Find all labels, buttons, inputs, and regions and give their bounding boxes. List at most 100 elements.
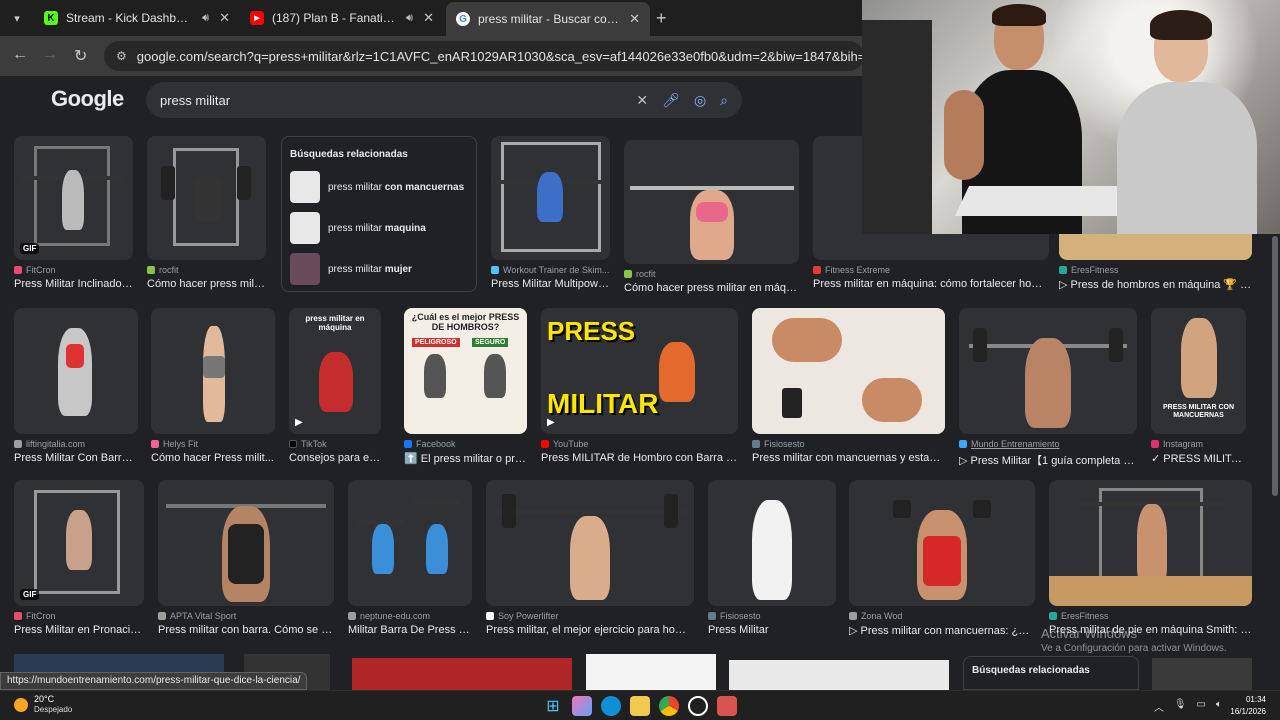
tab-kick[interactable]: K Stream - Kick Dashboard 🔊︎ ✕ — [34, 4, 240, 32]
result-title[interactable]: ✓ PRESS MILITAR... — [1151, 452, 1246, 465]
app-icon[interactable] — [717, 696, 737, 716]
result-title[interactable]: ▷ Press Militar【1 guía completa a ... — [959, 452, 1137, 468]
result-title[interactable]: Press Militar Inclinado ... — [14, 278, 133, 290]
image-result[interactable]: Fisiosesto Press Militar — [708, 480, 836, 636]
image-result[interactable]: neptune-edu.com Militar Barra De Press P… — [348, 480, 472, 636]
image-result[interactable]: Fisiosesto Press militar con mancuernas … — [752, 308, 945, 464]
address-bar[interactable]: ⚙ google.com/search?q=press+militar&rlz=… — [104, 41, 864, 71]
site-info-icon[interactable]: ⚙ — [116, 49, 127, 63]
back-icon[interactable]: ← — [12, 46, 28, 64]
result-title[interactable]: Press militar, el mejor ejercicio para h… — [486, 624, 694, 636]
speaker-icon[interactable]: 🔊︎ — [202, 12, 209, 25]
result-thumbnail[interactable]: PRESS MILITAR CON MANCUERNAS — [1151, 308, 1246, 434]
search-box[interactable]: press militar ✕ 🎤︎ ◎ ⌕ — [146, 82, 742, 118]
result-thumbnail[interactable] — [147, 136, 266, 260]
result-thumbnail[interactable] — [1049, 480, 1252, 606]
result-title[interactable]: ⬆️ El press militar o pre... — [404, 452, 527, 465]
image-result[interactable] — [352, 658, 572, 690]
camera-icon[interactable]: ◎ — [694, 92, 706, 109]
image-result[interactable] — [1152, 658, 1252, 690]
result-title[interactable]: Press Militar Multipowe... — [491, 278, 610, 290]
result-thumbnail[interactable] — [491, 136, 610, 260]
close-icon[interactable]: ✕ — [629, 11, 640, 27]
result-title[interactable]: Press Militar — [708, 624, 836, 636]
google-logo[interactable]: Google — [51, 86, 124, 112]
speaker-icon[interactable]: 🔊︎ — [406, 12, 413, 25]
result-title[interactable]: Press Militar Con Barra ... — [14, 452, 138, 464]
close-icon[interactable]: ✕ — [423, 10, 434, 26]
result-title[interactable]: ▷ Press de hombros en máquina 🏆 Ej... — [1059, 278, 1252, 291]
tab-youtube[interactable]: ▶ (187) Plan B - Fanatica Sensual 🔊︎ ✕ — [240, 4, 444, 32]
result-title[interactable]: Consejos para el P... — [289, 452, 381, 464]
microphone-icon[interactable]: 🎙︎ — [1174, 699, 1187, 714]
tab-search-dropdown-icon[interactable]: ▾ — [6, 7, 28, 29]
result-title[interactable]: ▷ Press militar con mancuernas: ¿Có... — [849, 624, 1035, 637]
result-title[interactable]: Cómo hacer Press milit... — [151, 452, 275, 464]
image-result[interactable]: press militar en máquina ▶ TikTok Consej… — [289, 308, 381, 464]
weather-widget[interactable]: 20°C Despejado — [14, 694, 72, 715]
search-input[interactable]: press militar — [160, 93, 636, 108]
file-explorer-icon[interactable] — [630, 696, 650, 716]
result-thumbnail[interactable] — [959, 308, 1137, 434]
result-title[interactable]: Press militar con barra. Cómo se ha... — [158, 624, 334, 636]
image-result[interactable]: PRESS MILITAR CON MANCUERNAS Instagram ✓… — [1151, 308, 1246, 465]
edge-icon[interactable] — [601, 696, 621, 716]
result-thumbnail[interactable] — [158, 480, 334, 606]
result-thumbnail[interactable]: ¿Cuál es el mejor PRESS DE HOMBROS? PELI… — [404, 308, 527, 434]
result-title[interactable]: Press MILITAR de Hombro con Barra Se... — [541, 452, 738, 464]
image-result[interactable]: Mundo Entrenamiento ▷ Press Militar【1 gu… — [959, 308, 1137, 468]
copilot-icon[interactable] — [572, 696, 592, 716]
result-title[interactable]: Press Militar en Pronació... — [14, 624, 144, 636]
page-scrollbar[interactable] — [1272, 236, 1278, 496]
result-thumbnail[interactable] — [624, 140, 799, 264]
windows-start-icon[interactable]: ⊞ — [543, 696, 563, 716]
image-result[interactable]: rocfit Cómo hacer press militar en máqui… — [624, 136, 799, 294]
image-result[interactable]: rocfit Cómo hacer press milit... — [147, 136, 266, 290]
image-result[interactable]: Workout Trainer de Skim... Press Militar… — [491, 136, 610, 290]
microphone-icon[interactable]: 🎤︎ — [662, 92, 680, 109]
image-result[interactable]: APTA Vital Sport Press militar con barra… — [158, 480, 334, 636]
search-icon[interactable]: ⌕ — [720, 92, 728, 109]
result-thumbnail[interactable]: GIF — [14, 136, 133, 260]
image-result[interactable]: GIF FitCron Press Militar en Pronació... — [14, 480, 144, 636]
image-result[interactable] — [586, 654, 716, 690]
reload-icon[interactable]: ↻ — [74, 46, 87, 66]
address-url[interactable]: google.com/search?q=press+militar&rlz=1C… — [137, 49, 864, 64]
volume-icon[interactable]: 🔈︎ — [1216, 699, 1222, 714]
result-thumbnail[interactable] — [14, 308, 138, 434]
image-result[interactable]: Zona Wod ▷ Press militar con mancuernas:… — [849, 480, 1035, 637]
image-result[interactable]: ¿Cuál es el mejor PRESS DE HOMBROS? PELI… — [404, 308, 527, 465]
obs-icon[interactable] — [688, 696, 708, 716]
network-icon[interactable]: ▭ — [1197, 699, 1206, 714]
image-result[interactable]: Helys Fit Cómo hacer Press milit... — [151, 308, 275, 464]
result-title[interactable]: Press militar en máquina: cómo fortalece… — [813, 278, 1049, 290]
image-result[interactable] — [729, 660, 949, 690]
result-title[interactable]: Press militar con mancuernas y estabili.… — [752, 452, 945, 464]
result-thumbnail[interactable]: GIF — [14, 480, 144, 606]
image-result[interactable]: GIF FitCron Press Militar Inclinado ... — [14, 136, 133, 290]
related-search-item[interactable]: press militar mujer — [290, 252, 468, 286]
result-thumbnail[interactable] — [708, 480, 836, 606]
result-thumbnail[interactable]: PRESS MILITAR ▶ — [541, 308, 738, 434]
forward-icon[interactable]: → — [42, 46, 58, 64]
result-title[interactable]: Cómo hacer press militar en máquina — [624, 282, 799, 294]
result-thumbnail[interactable]: press militar en máquina ▶ — [289, 308, 381, 434]
result-thumbnail[interactable] — [849, 480, 1035, 606]
clear-icon[interactable]: ✕ — [636, 92, 648, 109]
result-thumbnail[interactable] — [151, 308, 275, 434]
system-clock[interactable]: 01:34 16/1/2026 — [1230, 694, 1266, 718]
result-title[interactable]: Cómo hacer press milit... — [147, 278, 266, 290]
image-result[interactable]: PRESS MILITAR ▶ YouTube Press MILITAR de… — [541, 308, 738, 464]
image-result[interactable]: Soy Powerlifter Press militar, el mejor … — [486, 480, 694, 636]
result-thumbnail[interactable] — [486, 480, 694, 606]
chrome-icon[interactable] — [659, 696, 679, 716]
image-result[interactable]: liftingitalia.com Press Militar Con Barr… — [14, 308, 138, 464]
new-tab-button[interactable]: + — [656, 8, 667, 29]
related-search-item[interactable]: press militar maquina — [290, 211, 468, 245]
result-thumbnail[interactable] — [348, 480, 472, 606]
result-thumbnail[interactable] — [752, 308, 945, 434]
result-title[interactable]: Militar Barra De Press P... — [348, 624, 472, 636]
related-search-item[interactable]: press militar con mancuernas — [290, 170, 468, 204]
chevron-up-icon[interactable]: ︿ — [1154, 699, 1164, 714]
tab-google-search[interactable]: G press militar - Buscar con Google ✕ — [446, 2, 650, 36]
